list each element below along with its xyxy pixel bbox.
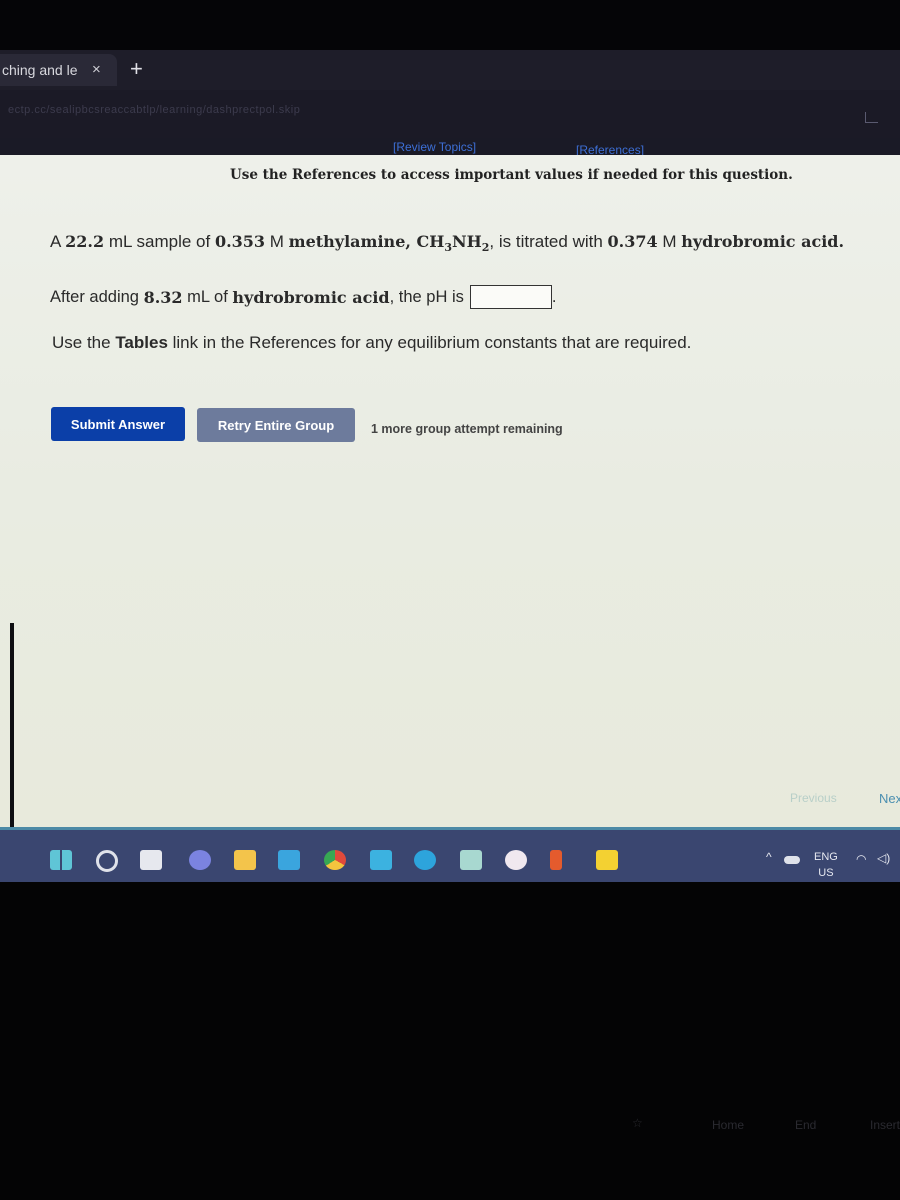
volume-icon[interactable]: ◁) [877,851,890,865]
chevron-up-icon[interactable]: ^ [766,850,772,864]
home-key: Home [712,1118,745,1132]
sample-volume: 22.2 [65,232,105,251]
keyboard-area: Home End Insert ☆ [0,882,900,1200]
text: . [551,287,557,306]
lang-code: ENG [814,851,838,863]
text: M [265,232,289,251]
ph-question: After adding 8.32 mL of hydrobromic acid… [50,285,556,309]
text: mL of [187,287,228,306]
end-key: End [795,1118,817,1132]
acid-name: hydrobromic acid [232,287,390,307]
windows-start-icon[interactable] [50,850,72,870]
edge-icon[interactable] [414,850,436,870]
share-icon[interactable] [865,112,878,123]
acid-concentration: 0.374 [607,232,658,251]
acid-name: hydrobromic acid. [681,232,845,251]
subscript: 3 [444,241,453,255]
question-statement: A 22.2 mL sample of 0.353 M methylamine,… [50,232,844,254]
file-explorer-icon[interactable] [234,850,256,870]
question-panel: Use the References to access important v… [0,155,900,971]
base-formula: NH [452,232,482,251]
region-code: US [818,867,834,879]
meet-icon[interactable] [189,850,211,870]
chrome-icon[interactable] [324,850,346,870]
mail-icon[interactable] [278,850,300,870]
retry-entire-group-button[interactable]: Retry Entire Group [197,408,355,442]
tables-label: Tables [115,333,168,352]
previous-button[interactable]: Previous [790,791,837,805]
text: , the pH is [389,287,464,306]
text: A [50,232,66,251]
ph-answer-input[interactable] [469,285,552,309]
volume-added: 8.32 [143,287,183,307]
close-icon[interactable]: × [92,61,101,78]
tab-title: ching and le [2,62,78,78]
tables-instruction: Use the Tables link in the References fo… [52,333,691,353]
review-topics-link[interactable]: [Review Topics] [393,140,476,154]
itunes-icon[interactable] [505,850,527,870]
onedrive-icon[interactable] [784,856,800,864]
text: M [657,232,682,251]
browser-tab-strip: ching and le × + [0,50,900,90]
wifi-icon[interactable]: ◠ [856,852,866,866]
base-name: methylamine, CH [288,232,445,251]
next-button[interactable]: Next [879,791,900,806]
attempts-remaining: 1 more group attempt remaining [371,422,563,436]
new-tab-button[interactable]: + [130,58,143,80]
insert-key: Insert [870,1118,900,1132]
text: Use the [52,333,116,352]
task-view-icon[interactable] [140,850,162,870]
base-concentration: 0.353 [214,232,266,251]
text: After adding [50,287,139,306]
star-key-icon: ☆ [632,1116,643,1130]
address-text: ectp.cc/sealipbcsreaccabtlp/learning/das… [8,104,301,116]
photos-icon[interactable] [460,850,482,870]
references-notice: Use the References to access important v… [230,167,793,183]
address-bar[interactable]: ectp.cc/sealipbcsreaccabtlp/learning/das… [0,90,900,140]
l-app-icon[interactable] [370,850,392,870]
search-icon[interactable] [96,850,118,872]
question-header: [Review Topics] [References] [0,138,900,157]
text: link in the References for any equilibri… [167,333,692,352]
text: mL sample of [104,232,215,251]
taskbar: ^ ENG US ◠ ◁) [0,827,900,885]
submit-answer-button[interactable]: Submit Answer [51,407,185,441]
language-indicator[interactable]: ENG US [814,849,838,881]
office-icon[interactable] [550,850,562,870]
sticky-notes-icon[interactable] [596,850,618,870]
text: , is titrated with [489,232,608,251]
browser-tab[interactable]: ching and le × [0,54,117,86]
